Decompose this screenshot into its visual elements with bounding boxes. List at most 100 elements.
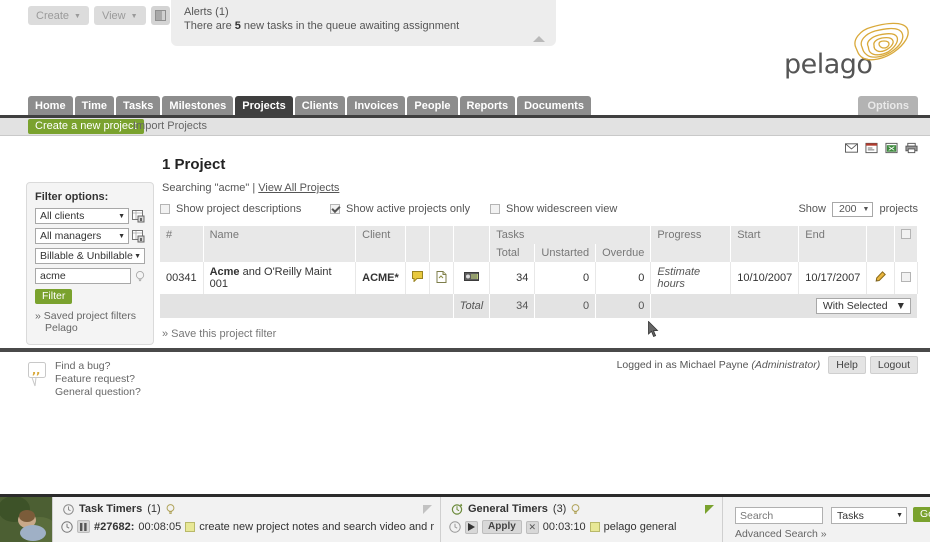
cell-presentation-icon[interactable]	[453, 262, 491, 294]
show-widescreen-checkbox[interactable]	[490, 204, 500, 214]
import-projects-link[interactable]: Import Projects	[133, 120, 207, 132]
row-select-checkbox[interactable]	[900, 271, 911, 282]
client-select[interactable]: All clients ▼	[35, 208, 129, 224]
show-widescreen-option[interactable]: Show widescreen view	[490, 203, 617, 215]
lightbulb-hint-icon[interactable]	[571, 503, 580, 515]
email-icon[interactable]	[845, 142, 858, 154]
search-type-select[interactable]: Tasks ▼	[831, 507, 907, 524]
nav-tab-milestones[interactable]: Milestones	[162, 96, 234, 115]
separator: |	[252, 182, 256, 194]
cell-attach-icon[interactable]	[429, 262, 454, 294]
col-client[interactable]: Client	[355, 226, 406, 262]
col-id[interactable]: #	[160, 226, 204, 262]
col-tasks-total[interactable]: Total	[489, 244, 536, 262]
search-type-value: Tasks	[837, 509, 864, 522]
general-timer-text: pelago general	[603, 521, 677, 533]
alerts-title: Alerts (1)	[184, 6, 229, 18]
col-start[interactable]: Start	[730, 226, 800, 262]
clock-icon	[61, 520, 73, 533]
nav-tab-reports[interactable]: Reports	[459, 96, 516, 115]
excel-export-icon[interactable]	[885, 142, 898, 154]
show-descriptions-option[interactable]: Show project descriptions	[160, 203, 330, 215]
avatar[interactable]	[0, 497, 52, 542]
help-button[interactable]: Help	[828, 356, 866, 374]
general-question-link[interactable]: General question?	[55, 386, 141, 399]
show-descriptions-checkbox[interactable]	[160, 204, 170, 214]
feature-request-link[interactable]: Feature request?	[55, 373, 141, 386]
filter-button[interactable]: Filter	[35, 289, 73, 304]
note-icon[interactable]	[185, 521, 196, 532]
logout-button[interactable]: Logout	[869, 356, 918, 374]
nav-tab-time[interactable]: Time	[74, 96, 115, 115]
apply-button[interactable]: Apply	[482, 520, 522, 534]
print-icon[interactable]	[905, 142, 918, 154]
view-all-projects-link[interactable]: View All Projects	[258, 182, 339, 194]
cell-note-icon[interactable]	[405, 262, 430, 294]
nav-tab-clients[interactable]: Clients	[294, 96, 346, 115]
stop-timer-button[interactable]: ✕	[525, 520, 539, 534]
note-icon[interactable]	[589, 522, 600, 532]
pause-timer-button[interactable]	[77, 520, 90, 533]
cell-client-label: ACME*	[362, 272, 399, 284]
collapse-panel-icon[interactable]	[705, 505, 714, 514]
nav-tab-invoices[interactable]: Invoices	[347, 96, 406, 115]
client-select-value: All clients	[40, 210, 85, 222]
table-row[interactable]: 00341 Acme and O'Reilly Maint 001 ACME*	[160, 262, 919, 294]
select-all-checkbox[interactable]	[900, 229, 911, 239]
show-active-only-option[interactable]: Show active projects only	[330, 203, 490, 215]
lightbulb-hint-icon[interactable]	[166, 503, 175, 515]
saved-project-filters-link[interactable]: » Saved project filters	[35, 310, 145, 322]
mouse-cursor	[648, 321, 659, 338]
nav-tab-projects[interactable]: Projects	[235, 96, 293, 115]
nav-tab-documents[interactable]: Documents	[517, 96, 591, 115]
cell-row-select[interactable]	[894, 262, 919, 294]
filter-text-input[interactable]: acme	[35, 268, 131, 284]
collapse-panel-icon[interactable]	[423, 505, 432, 514]
lightbulb-hint-icon[interactable]	[135, 270, 145, 283]
search-input[interactable]: Search	[735, 507, 823, 524]
billable-select[interactable]: Billable & Unbillable ▼	[35, 248, 145, 264]
create-a-new-project-button[interactable]: Create a new project	[28, 119, 144, 134]
show-active-only-checkbox[interactable]	[330, 204, 340, 214]
search-go-button[interactable]: Go	[913, 507, 930, 522]
create-button[interactable]: Create ▼	[28, 6, 89, 25]
col-tasks-overdue[interactable]: Overdue	[595, 244, 652, 262]
cell-edit[interactable]	[866, 262, 895, 294]
collapse-triangle-icon[interactable]	[533, 36, 545, 42]
col-end[interactable]: End	[798, 226, 868, 262]
client-picker-icon[interactable]	[132, 209, 145, 223]
total-spacer	[160, 294, 454, 318]
task-timer-entry[interactable]: #27682: 00:08:05 create new project note…	[61, 520, 434, 533]
view-button[interactable]: View ▼	[93, 6, 146, 25]
manager-picker-icon[interactable]	[132, 229, 145, 243]
col-tasks-unstarted[interactable]: Unstarted	[534, 244, 597, 262]
report-icon[interactable]	[865, 142, 878, 154]
task-timers-label: Task Timers	[79, 503, 143, 515]
col-progress[interactable]: Progress	[650, 226, 732, 262]
start-timer-button[interactable]	[465, 520, 478, 534]
find-a-bug-link[interactable]: Find a bug?	[55, 360, 141, 373]
manager-select[interactable]: All managers ▼	[35, 228, 129, 244]
logged-in-name: Logged in as Michael Payne	[616, 359, 752, 371]
saved-filter-item-pelago[interactable]: Pelago	[35, 322, 145, 334]
pencil-edit-icon	[875, 271, 887, 282]
nav-tab-tasks[interactable]: Tasks	[116, 96, 161, 115]
cell-name[interactable]: Acme and O'Reilly Maint 001	[203, 262, 357, 294]
show-count-select[interactable]: 200 ▼	[832, 201, 874, 217]
nav-tab-people[interactable]: People	[407, 96, 458, 115]
nav-tab-label: Invoices	[354, 99, 399, 112]
options-button[interactable]: Options	[858, 96, 918, 115]
with-selected-select[interactable]: With Selected ▼	[815, 298, 911, 314]
col-name[interactable]: Name	[203, 226, 357, 262]
panel-toggle-button[interactable]	[150, 6, 170, 25]
advanced-search-link[interactable]: Advanced Search »	[735, 528, 827, 540]
col-select-all	[894, 226, 919, 262]
cell-progress[interactable]: Estimate hours	[650, 262, 732, 294]
nav-tab-home[interactable]: Home	[28, 96, 73, 115]
general-timer-entry[interactable]: Apply ✕ 00:03:10 pelago general	[449, 520, 676, 534]
cell-client[interactable]: ACME*	[355, 262, 406, 294]
feedback-quote-icon[interactable]: ,,	[28, 362, 48, 388]
general-timers-count: (3)	[552, 503, 567, 515]
show-count-value: 200	[839, 203, 857, 215]
save-this-project-filter-link[interactable]: » Save this project filter	[162, 328, 918, 340]
